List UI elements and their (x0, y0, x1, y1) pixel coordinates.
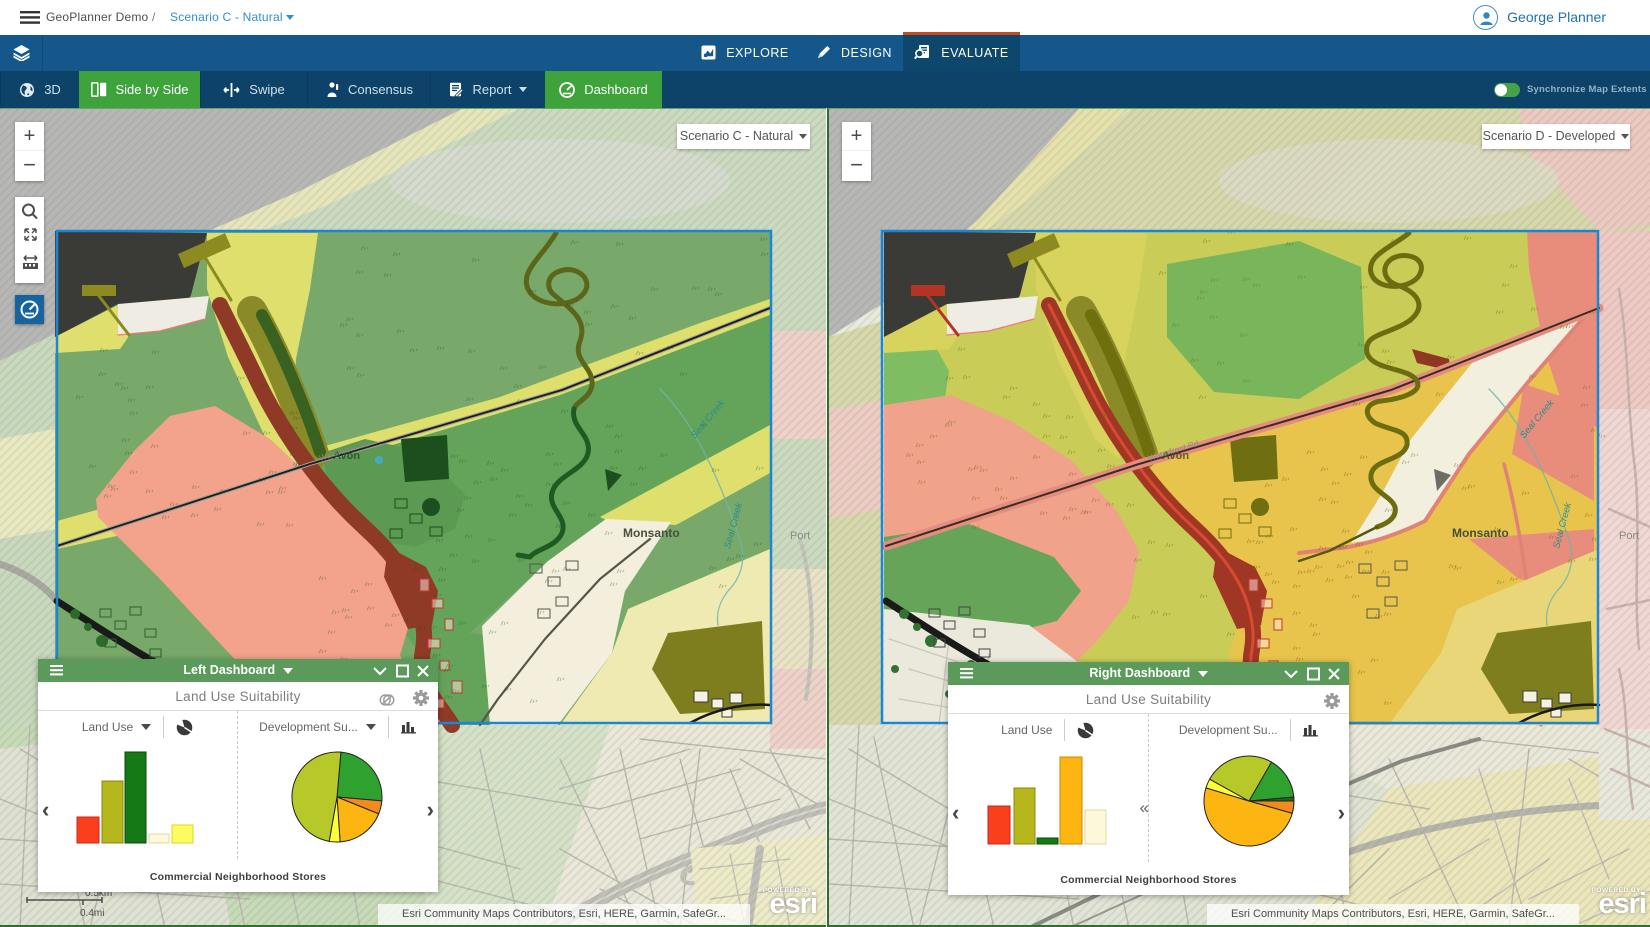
svg-text:Monsanto: Monsanto (623, 526, 680, 540)
svg-text:Port: Port (1619, 530, 1639, 542)
svg-text:0.4mi: 0.4mi (80, 908, 104, 919)
svg-text:Port: Port (790, 530, 810, 542)
svg-text:Monsanto: Monsanto (1452, 526, 1509, 540)
